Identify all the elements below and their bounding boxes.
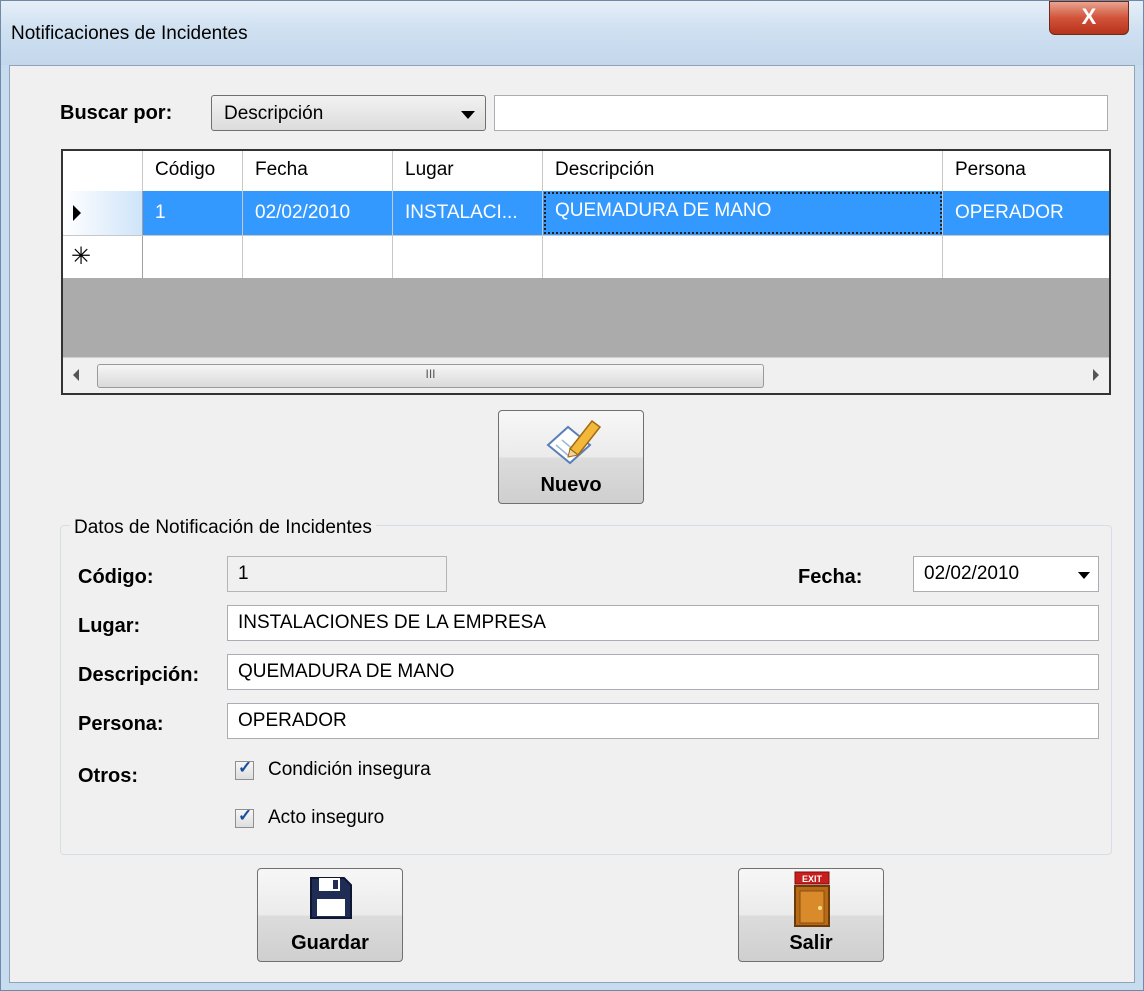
column-header-fecha[interactable]: Fecha <box>243 151 393 191</box>
current-row-arrow-icon <box>73 205 81 221</box>
new-cell-descripcion[interactable] <box>543 236 943 278</box>
search-field-value: Descripción <box>224 103 324 124</box>
check-icon: ✓ <box>238 806 253 825</box>
lugar-field[interactable]: INSTALACIONES DE LA EMPRESA <box>227 605 1099 641</box>
cell-codigo[interactable]: 1 <box>143 191 243 235</box>
scroll-grip-icon: III <box>425 367 436 381</box>
search-label: Buscar por: <box>60 102 173 124</box>
cell-persona[interactable]: OPERADOR <box>943 191 1109 235</box>
new-row-asterisk-icon: ✳ <box>71 243 92 270</box>
cell-descripcion[interactable]: QUEMADURA DE MANO <box>543 191 943 235</box>
persona-label: Persona: <box>78 713 164 735</box>
descripcion-field[interactable]: QUEMADURA DE MANO <box>227 654 1099 690</box>
acto-inseguro-checkbox[interactable]: ✓ <box>235 806 254 828</box>
column-header-lugar[interactable]: Lugar <box>393 151 543 191</box>
fecha-label: Fecha: <box>798 566 863 588</box>
title-bar[interactable]: Notificaciones de Incidentes X <box>1 1 1143 65</box>
chevron-down-icon[interactable] <box>1078 572 1090 579</box>
save-disk-icon <box>310 877 352 919</box>
group-title: Datos de Notificación de Incidentes <box>70 517 376 539</box>
grid-header: Código Fecha Lugar Descripción Persona <box>63 151 1109 192</box>
column-header-persona[interactable]: Persona <box>943 151 1109 191</box>
window: Notificaciones de Incidentes X Buscar po… <box>0 0 1144 991</box>
exit-door-icon: EXIT <box>794 871 830 927</box>
new-row-selector[interactable]: ✳ <box>63 236 143 278</box>
otros-label: Otros: <box>78 765 138 787</box>
fecha-date-picker[interactable]: 02/02/2010 <box>913 556 1099 592</box>
search-input[interactable] <box>494 95 1108 131</box>
new-cell-lugar[interactable] <box>393 236 543 278</box>
check-icon: ✓ <box>238 758 253 777</box>
descripcion-label: Descripción: <box>78 664 200 686</box>
salir-button[interactable]: EXIT Salir <box>738 868 884 962</box>
exit-sign-text: EXIT <box>802 874 823 884</box>
guardar-label: Guardar <box>291 932 369 954</box>
lugar-label: Lugar: <box>78 615 141 637</box>
column-header-descripcion[interactable]: Descripción <box>543 151 943 191</box>
persona-field[interactable]: OPERADOR <box>227 703 1099 739</box>
row-selector[interactable] <box>63 191 143 235</box>
window-title: Notificaciones de Incidentes <box>11 23 248 44</box>
condicion-insegura-checkbox[interactable]: ✓ <box>235 758 254 780</box>
cell-lugar[interactable]: INSTALACI... <box>393 191 543 235</box>
guardar-button[interactable]: Guardar <box>257 868 403 962</box>
row-header-corner <box>63 151 143 191</box>
new-document-pencil-icon <box>546 419 602 465</box>
table-row[interactable]: 1 02/02/2010 INSTALACI... QUEMADURA DE M… <box>63 191 1109 235</box>
codigo-label: Código: <box>78 566 154 588</box>
new-cell-codigo[interactable] <box>143 236 243 278</box>
cell-fecha[interactable]: 02/02/2010 <box>243 191 393 235</box>
nuevo-label: Nuevo <box>540 474 602 496</box>
new-cell-persona[interactable] <box>943 236 1109 278</box>
scroll-left-icon[interactable] <box>73 369 79 381</box>
salir-label: Salir <box>789 932 833 954</box>
scroll-right-icon[interactable] <box>1093 369 1099 381</box>
scroll-thumb[interactable]: III <box>97 364 764 388</box>
codigo-field: 1 <box>227 556 447 592</box>
condicion-insegura-label[interactable]: Condición insegura <box>268 759 431 781</box>
column-header-codigo[interactable]: Código <box>143 151 243 191</box>
horizontal-scrollbar[interactable]: III <box>63 357 1109 393</box>
acto-inseguro-label[interactable]: Acto inseguro <box>268 807 384 829</box>
search-field-select[interactable]: Descripción <box>211 95 486 131</box>
chevron-down-icon <box>461 111 475 119</box>
new-cell-fecha[interactable] <box>243 236 393 278</box>
new-row[interactable]: ✳ <box>63 235 1109 278</box>
nuevo-button[interactable]: Nuevo <box>498 410 644 504</box>
client-area: Buscar por: Descripción Código Fecha Lug… <box>9 65 1135 983</box>
fecha-value: 02/02/2010 <box>924 563 1020 584</box>
close-button[interactable]: X <box>1049 1 1129 35</box>
incidents-grid[interactable]: Código Fecha Lugar Descripción Persona 1… <box>61 149 1111 395</box>
